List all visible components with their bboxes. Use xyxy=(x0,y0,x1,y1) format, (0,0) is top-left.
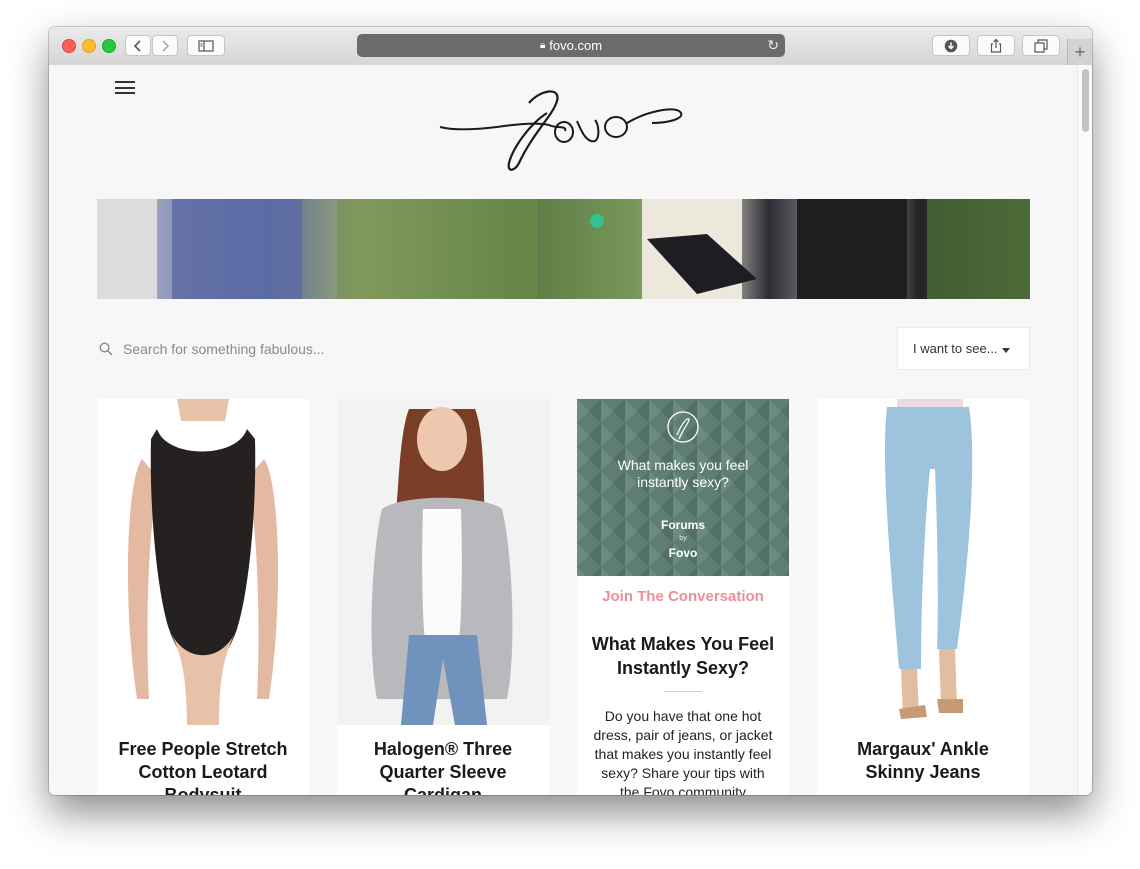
url-text: fovo.com xyxy=(549,38,603,53)
divider xyxy=(664,691,702,692)
sidebar-toggle-button[interactable] xyxy=(187,35,225,56)
hero-banner-image xyxy=(97,199,1030,299)
search-input[interactable] xyxy=(123,336,623,362)
back-icon xyxy=(133,39,141,52)
forum-brand-by: by xyxy=(679,535,687,542)
product-title[interactable]: Free People Stretch Cotton Leotard Bodys… xyxy=(107,738,299,795)
fovo-logo[interactable]: fovo xyxy=(437,83,685,175)
chevron-down-icon xyxy=(1002,348,1010,353)
forums-by-fovo-logo: Forums by Fovo xyxy=(577,518,789,560)
downloads-button[interactable] xyxy=(932,35,970,56)
close-window-button[interactable] xyxy=(62,39,76,53)
minimize-window-button[interactable] xyxy=(82,39,96,53)
forum-brand-bottom: Fovo xyxy=(668,546,698,560)
forward-icon xyxy=(162,39,170,52)
product-title[interactable]: Halogen® Three Quarter Sleeve Cardigan xyxy=(347,738,539,795)
vertical-scrollbar[interactable] xyxy=(1077,65,1092,795)
product-image-jeans xyxy=(817,399,1029,725)
product-image-cardigan xyxy=(337,399,549,725)
forum-brand-top: Forums xyxy=(660,518,705,532)
product-card[interactable]: Free People Stretch Cotton Leotard Bodys… xyxy=(97,399,309,795)
lock-icon: 🔒︎ xyxy=(539,40,546,51)
sidebar-icon xyxy=(198,39,214,52)
join-conversation-link[interactable]: Join The Conversation xyxy=(577,588,789,605)
forum-description: Do you have that one hot dress, pair of … xyxy=(593,708,773,795)
filter-dropdown[interactable]: I want to see... xyxy=(897,327,1030,370)
forum-card[interactable]: What makes you feel instantly sexy? Foru… xyxy=(577,399,789,795)
scrollbar-thumb[interactable] xyxy=(1082,69,1089,132)
menu-icon[interactable] xyxy=(115,81,135,95)
product-card[interactable]: Margaux' Ankle Skinny Jeans xyxy=(817,399,1029,795)
browser-window: 🔒︎ fovo.com ↻ + fovo xyxy=(49,27,1092,795)
download-icon xyxy=(944,39,958,52)
page-content: fovo xyxy=(49,65,1077,795)
show-tabs-button[interactable] xyxy=(1022,35,1060,56)
back-button[interactable] xyxy=(125,35,151,56)
forum-question-text: What makes you feel instantly sexy? xyxy=(617,457,749,490)
tabs-icon xyxy=(1034,38,1048,53)
product-title[interactable]: Margaux' Ankle Skinny Jeans xyxy=(827,738,1019,784)
search-icon xyxy=(99,342,113,356)
title-bar: 🔒︎ fovo.com ↻ + xyxy=(49,27,1092,66)
new-tab-icon[interactable]: + xyxy=(1067,39,1092,65)
forward-button[interactable] xyxy=(152,35,178,56)
product-card[interactable]: Halogen® Three Quarter Sleeve Cardigan xyxy=(337,399,549,795)
product-image-bodysuit xyxy=(97,399,309,725)
filter-label: I want to see... xyxy=(913,341,998,356)
share-button[interactable] xyxy=(977,35,1015,56)
zoom-window-button[interactable] xyxy=(102,39,116,53)
forum-banner-image: What makes you feel instantly sexy? Foru… xyxy=(577,399,789,576)
address-bar[interactable]: 🔒︎ fovo.com ↻ xyxy=(357,34,785,57)
share-icon xyxy=(990,38,1002,53)
reload-icon[interactable]: ↻ xyxy=(767,37,779,54)
forum-title[interactable]: What Makes You Feel Instantly Sexy? xyxy=(587,632,779,680)
search-row: I want to see... xyxy=(97,327,1030,372)
